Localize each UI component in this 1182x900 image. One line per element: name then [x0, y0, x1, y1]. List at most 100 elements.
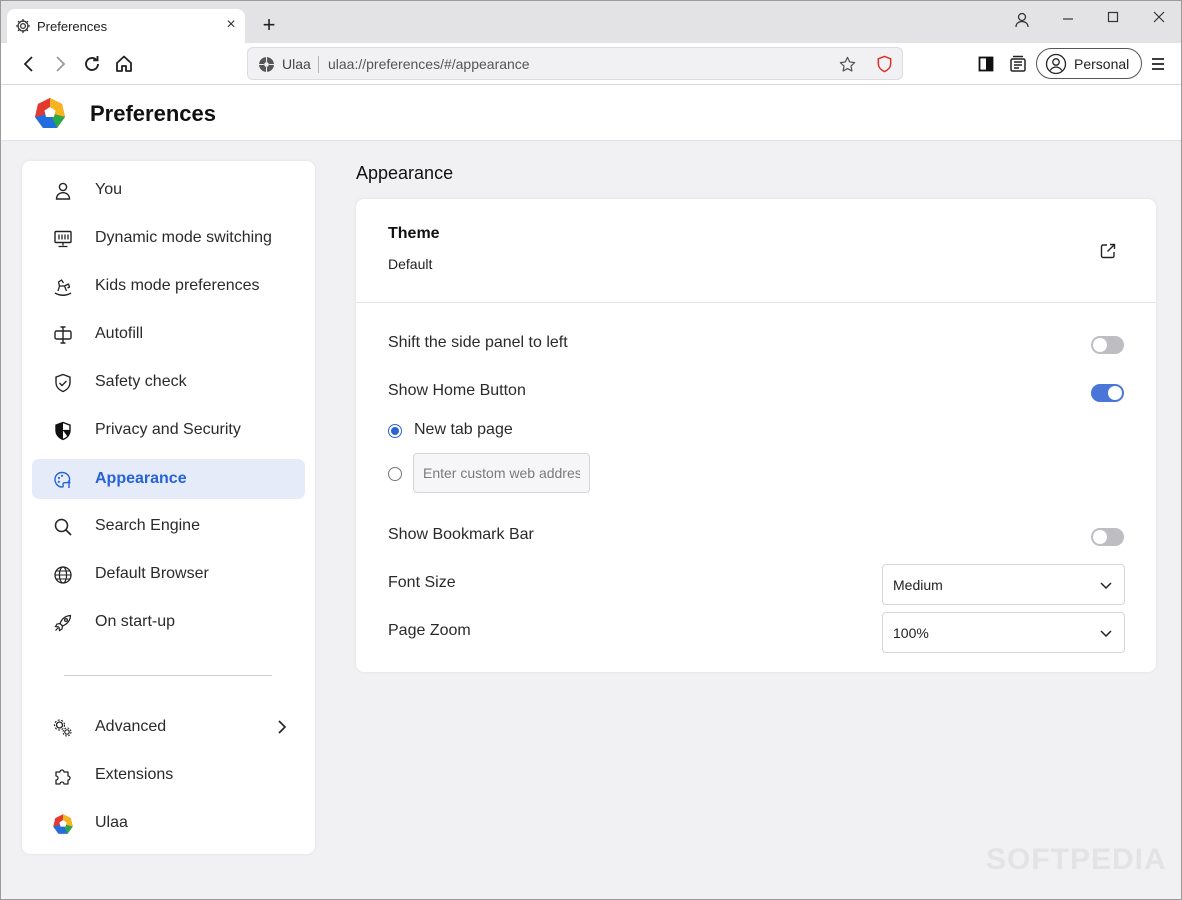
page-zoom-value: 100% — [893, 625, 929, 641]
omnibox-divider — [318, 56, 319, 73]
tab-title: Preferences — [37, 19, 108, 34]
custom-address-radio[interactable] — [388, 467, 402, 481]
page-zoom-label: Page Zoom — [388, 622, 471, 639]
sidebar-item-you[interactable]: You — [32, 170, 305, 210]
monitor-icon — [54, 230, 72, 248]
profile-label: Personal — [1074, 56, 1130, 72]
profile-avatar-icon — [1045, 53, 1067, 75]
puzzle-icon — [55, 769, 71, 785]
page-title: Preferences — [90, 101, 216, 126]
page-zoom-select[interactable]: 100% — [882, 612, 1125, 653]
sidebar-item-label: You — [95, 181, 122, 198]
chevron-down-icon — [1100, 630, 1112, 638]
home-icon[interactable] — [112, 52, 136, 76]
sidebar-item-label: Extensions — [95, 766, 174, 783]
site-info-icon[interactable] — [258, 56, 275, 73]
ulaa-logo-icon — [53, 814, 73, 834]
sidebar-item-label: Advanced — [95, 718, 167, 735]
toggle-knob — [1093, 338, 1107, 352]
font-size-select[interactable]: Medium — [882, 564, 1125, 605]
site-name: Ulaa — [282, 56, 311, 72]
font-size-label: Font Size — [388, 574, 456, 591]
maximize-icon[interactable] — [1101, 9, 1125, 29]
tab-bar: Preferences × + — [1, 1, 1181, 43]
sidebar-item-autofill[interactable]: Autofill — [32, 314, 305, 354]
new-tab-page-radio[interactable] — [388, 424, 402, 438]
external-link-icon[interactable] — [1098, 241, 1118, 261]
account-icon[interactable] — [1010, 9, 1034, 29]
sidebar-item-extensions[interactable]: Extensions — [32, 755, 305, 795]
font-size-value: Medium — [893, 577, 943, 593]
custom-address-input[interactable] — [413, 453, 590, 493]
person-icon — [55, 182, 71, 200]
sidebar-item-safety-check[interactable]: Safety check — [32, 362, 305, 402]
watermark: SOFTPEDIA — [986, 843, 1167, 876]
reload-icon[interactable] — [80, 52, 104, 76]
sidebar-item-default-browser[interactable]: Default Browser — [32, 554, 305, 594]
sidebar-item-privacy-security[interactable]: Privacy and Security — [32, 410, 305, 450]
minimize-icon[interactable] — [1056, 9, 1080, 29]
gears-icon — [53, 719, 72, 737]
section-title: Appearance — [356, 163, 454, 183]
forward-icon[interactable] — [48, 52, 72, 76]
shield-icon — [55, 421, 71, 441]
sidebar-item-label: Ulaa — [95, 814, 128, 831]
home-button-toggle[interactable] — [1091, 384, 1124, 402]
tab-preferences[interactable]: Preferences × — [7, 9, 245, 43]
sidebar-item-search-engine[interactable]: Search Engine — [32, 506, 305, 546]
browser-window: Preferences × + Ulaa ulaa://preferences/… — [0, 0, 1182, 900]
sidebar-item-kids-mode[interactable]: Kids mode preferences — [32, 266, 305, 306]
reading-list-icon[interactable] — [1006, 52, 1030, 76]
rocket-icon — [54, 614, 72, 632]
toolbar: Ulaa ulaa://preferences/#/appearance Per… — [1, 43, 1181, 85]
new-tab-page-label: New tab page — [414, 421, 513, 438]
sidebar-item-label: Dynamic mode switching — [95, 229, 272, 246]
palette-icon — [54, 471, 71, 488]
gear-icon — [15, 18, 31, 34]
address-bar[interactable]: Ulaa ulaa://preferences/#/appearance — [247, 47, 903, 80]
chevron-right-icon — [278, 720, 287, 734]
search-icon — [54, 518, 72, 536]
sidebar-item-label: Search Engine — [95, 517, 200, 534]
chevron-down-icon — [1100, 582, 1112, 590]
profile-button[interactable]: Personal — [1036, 48, 1142, 79]
sidebar-item-label: Default Browser — [95, 565, 209, 582]
sidebar-item-ulaa[interactable]: Ulaa — [32, 803, 305, 843]
card-divider — [356, 302, 1156, 303]
bookmark-star-icon[interactable] — [838, 55, 857, 74]
sidebar-item-label: Privacy and Security — [95, 421, 241, 438]
sidebar: You Dynamic mode switching Kids mode pre… — [22, 161, 315, 854]
bookmark-bar-toggle[interactable] — [1091, 528, 1124, 546]
appearance-card: Theme Default Shift the side panel to le… — [356, 199, 1156, 672]
ulaa-logo-icon — [35, 98, 65, 128]
sidebar-item-on-startup[interactable]: On start-up — [32, 602, 305, 642]
sidebar-item-advanced[interactable]: Advanced — [32, 707, 305, 747]
page-header: Preferences — [1, 85, 1181, 141]
rocking-horse-icon — [54, 279, 72, 296]
globe-icon — [54, 566, 72, 584]
sidebar-item-label: Autofill — [95, 325, 144, 342]
window-close-icon[interactable] — [1147, 9, 1171, 29]
sidebar-item-label: On start-up — [95, 613, 176, 630]
theme-value: Default — [388, 256, 433, 272]
menu-icon[interactable] — [1146, 52, 1170, 76]
shield-blocker-icon[interactable] — [875, 54, 894, 74]
shield-check-icon — [55, 373, 71, 393]
side-panel-toggle[interactable] — [1091, 336, 1124, 354]
new-tab-button[interactable]: + — [259, 14, 279, 36]
sidebar-item-label: Kids mode preferences — [95, 277, 260, 294]
url-text[interactable]: ulaa://preferences/#/appearance — [328, 56, 530, 72]
side-panel-icon[interactable] — [974, 52, 998, 76]
side-panel-label: Shift the side panel to left — [388, 334, 568, 351]
sidebar-item-label: Safety check — [95, 373, 187, 390]
toggle-knob — [1093, 530, 1107, 544]
back-icon[interactable] — [17, 52, 41, 76]
sidebar-item-label: Appearance — [95, 470, 187, 487]
sidebar-item-appearance[interactable]: Appearance — [32, 459, 305, 499]
bookmark-bar-label: Show Bookmark Bar — [388, 526, 534, 543]
tab-close-button[interactable]: × — [223, 17, 239, 33]
autofill-icon — [54, 326, 72, 344]
sidebar-divider — [64, 675, 272, 676]
theme-title: Theme — [388, 225, 440, 242]
sidebar-item-dynamic-mode[interactable]: Dynamic mode switching — [32, 218, 305, 258]
